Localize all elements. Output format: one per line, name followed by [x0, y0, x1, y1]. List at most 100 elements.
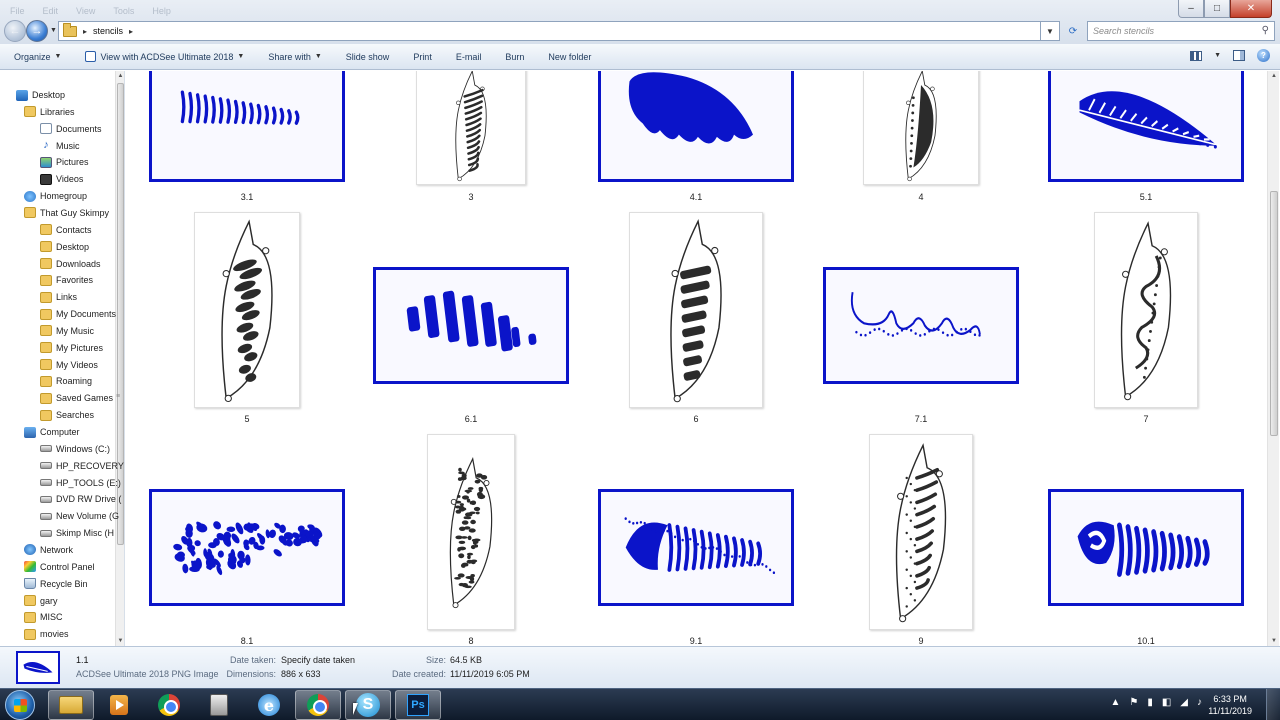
nav-item[interactable]: My Pictures — [40, 340, 103, 356]
file-name-label[interactable]: 4 — [871, 192, 971, 202]
nav-item[interactable]: New Volume (G — [40, 508, 119, 524]
nav-item[interactable]: MISC — [24, 609, 63, 625]
thumbnail-frame[interactable] — [416, 71, 526, 185]
recent-pages-dropdown[interactable]: ▼ — [50, 27, 57, 34]
new-folder-button[interactable]: New folder — [548, 52, 591, 62]
nav-item[interactable]: Searches — [40, 407, 94, 423]
nav-item[interactable]: gary — [24, 593, 58, 609]
menu-file[interactable]: File — [10, 6, 25, 16]
file-name-label[interactable]: 6.1 — [421, 414, 521, 424]
nav-item[interactable]: Desktop — [40, 239, 89, 255]
file-name-label[interactable]: 3 — [421, 192, 521, 202]
thumbnail-frame[interactable] — [598, 71, 794, 182]
file-name-label[interactable]: 7.1 — [871, 414, 971, 424]
nav-item[interactable]: My Documents — [40, 306, 116, 322]
thumbnail-frame[interactable] — [869, 434, 973, 630]
search-input[interactable]: Search stencils ⚲ — [1087, 21, 1275, 41]
network-status-icon[interactable]: ◧ — [1162, 697, 1171, 708]
nav-item[interactable]: DVD RW Drive ( — [40, 491, 121, 507]
back-button[interactable]: ← — [4, 20, 26, 42]
file-name-label[interactable]: 6 — [646, 414, 746, 424]
change-view-icon[interactable] — [1190, 50, 1203, 61]
flag-icon[interactable]: ⚑ — [1129, 697, 1138, 708]
close-button[interactable]: ✕ — [1230, 0, 1272, 18]
forward-button[interactable]: → — [26, 20, 48, 42]
menu-view[interactable]: View — [76, 6, 95, 16]
nav-item[interactable]: Favorites — [40, 272, 93, 288]
address-bar[interactable]: ▸ stencils ▸ — [58, 21, 1060, 41]
thumbnail-frame[interactable] — [1048, 489, 1244, 606]
thumbnail-frame[interactable] — [1048, 71, 1244, 182]
nav-item[interactable]: Network — [24, 542, 73, 558]
share-with-button[interactable]: Share with ▼ — [268, 52, 321, 62]
slide-show-button[interactable]: Slide show — [346, 52, 390, 62]
show-desktop-button[interactable] — [1266, 689, 1280, 720]
thumbnail-frame[interactable] — [823, 267, 1019, 384]
breadcrumb-separator[interactable]: ▸ — [83, 27, 87, 36]
file-name-label[interactable]: 10.1 — [1096, 636, 1196, 646]
nav-item[interactable]: HP_TOOLS (E:) — [40, 475, 121, 491]
maximize-button[interactable]: □ — [1204, 0, 1230, 18]
thumbnail-frame[interactable] — [863, 71, 979, 185]
nav-item[interactable]: Libraries — [24, 104, 75, 120]
nav-item[interactable]: Skimp Misc (H — [40, 525, 114, 541]
address-history-dropdown[interactable]: ▼ — [1040, 21, 1060, 41]
nav-item[interactable]: Pictures — [40, 154, 89, 170]
nav-item[interactable]: Windows (C:) — [40, 441, 110, 457]
nav-item[interactable]: Roaming — [40, 373, 92, 389]
nav-item[interactable]: Computer — [24, 424, 80, 440]
thumbnail-frame[interactable] — [149, 71, 345, 182]
volume-icon[interactable]: ♪ — [1197, 697, 1202, 708]
breadcrumb-separator[interactable]: ▸ — [129, 27, 133, 36]
scroll-up-arrow[interactable]: ▲ — [116, 71, 124, 81]
menu-edit[interactable]: Edit — [43, 6, 59, 16]
nav-item[interactable]: Control Panel — [24, 559, 95, 575]
taskbar-photoshop[interactable]: Ps — [395, 690, 441, 720]
preview-pane-icon[interactable] — [1233, 50, 1245, 61]
nav-item[interactable]: That Guy Skimpy — [24, 205, 109, 221]
menu-tools[interactable]: Tools — [113, 6, 134, 16]
print-button[interactable]: Print — [413, 52, 432, 62]
thumbnail-frame[interactable] — [1094, 212, 1198, 408]
scroll-down-arrow[interactable]: ▼ — [1268, 636, 1280, 646]
thumbnail-frame[interactable] — [427, 434, 515, 630]
breadcrumb-stencils[interactable]: stencils — [93, 26, 123, 36]
nav-item[interactable]: Downloads — [40, 256, 101, 272]
nav-item[interactable]: Videos — [40, 171, 83, 187]
nav-item[interactable]: Contacts — [40, 222, 92, 238]
nav-item[interactable]: Desktop — [16, 87, 65, 103]
nav-scrollbar[interactable]: ▲ ▼ — [115, 71, 124, 646]
nav-item[interactable]: My Music — [40, 323, 94, 339]
scroll-down-arrow[interactable]: ▼ — [116, 636, 124, 646]
nav-item[interactable]: Homegroup — [24, 188, 87, 204]
email-button[interactable]: E-mail — [456, 52, 482, 62]
scroll-up-arrow[interactable]: ▲ — [1268, 71, 1280, 81]
file-name-label[interactable]: 9.1 — [646, 636, 746, 646]
minimize-button[interactable]: – — [1178, 0, 1204, 18]
file-name-label[interactable]: 7 — [1096, 414, 1196, 424]
nav-item[interactable]: HP_RECOVERY — [40, 458, 124, 474]
battery-icon[interactable]: ▮ — [1147, 697, 1153, 708]
chevron-down-icon[interactable]: ▼ — [1214, 52, 1221, 59]
pane-resize-grip[interactable]: ≡ — [116, 393, 120, 400]
content-scrollbar[interactable]: ▲ ▼ — [1267, 71, 1279, 646]
search-icon[interactable]: ⚲ — [1262, 25, 1269, 36]
nav-item[interactable]: My Videos — [40, 357, 98, 373]
clock[interactable]: 6:33 PM 11/11/2019 — [1208, 693, 1252, 717]
file-name-label[interactable]: 5.1 — [1096, 192, 1196, 202]
taskbar-camera[interactable] — [196, 690, 242, 720]
signal-icon[interactable]: ◢ — [1180, 697, 1188, 708]
show-hidden-icons-icon[interactable]: ▲ — [1110, 697, 1120, 708]
nav-item[interactable]: Recycle Bin — [24, 576, 88, 592]
taskbar-skype[interactable]: S — [345, 690, 391, 720]
taskbar-explorer[interactable] — [48, 690, 94, 720]
content-scroll-thumb[interactable] — [1270, 191, 1278, 436]
file-name-label[interactable]: 5 — [197, 414, 297, 424]
thumbnail-frame[interactable] — [373, 267, 569, 384]
burn-button[interactable]: Burn — [505, 52, 524, 62]
file-name-label[interactable]: 8 — [421, 636, 521, 646]
refresh-icon[interactable]: ⟳ — [1064, 21, 1082, 41]
thumbnail-frame[interactable] — [629, 212, 763, 408]
taskbar-media-player[interactable] — [96, 690, 142, 720]
nav-item[interactable]: Links — [40, 289, 77, 305]
